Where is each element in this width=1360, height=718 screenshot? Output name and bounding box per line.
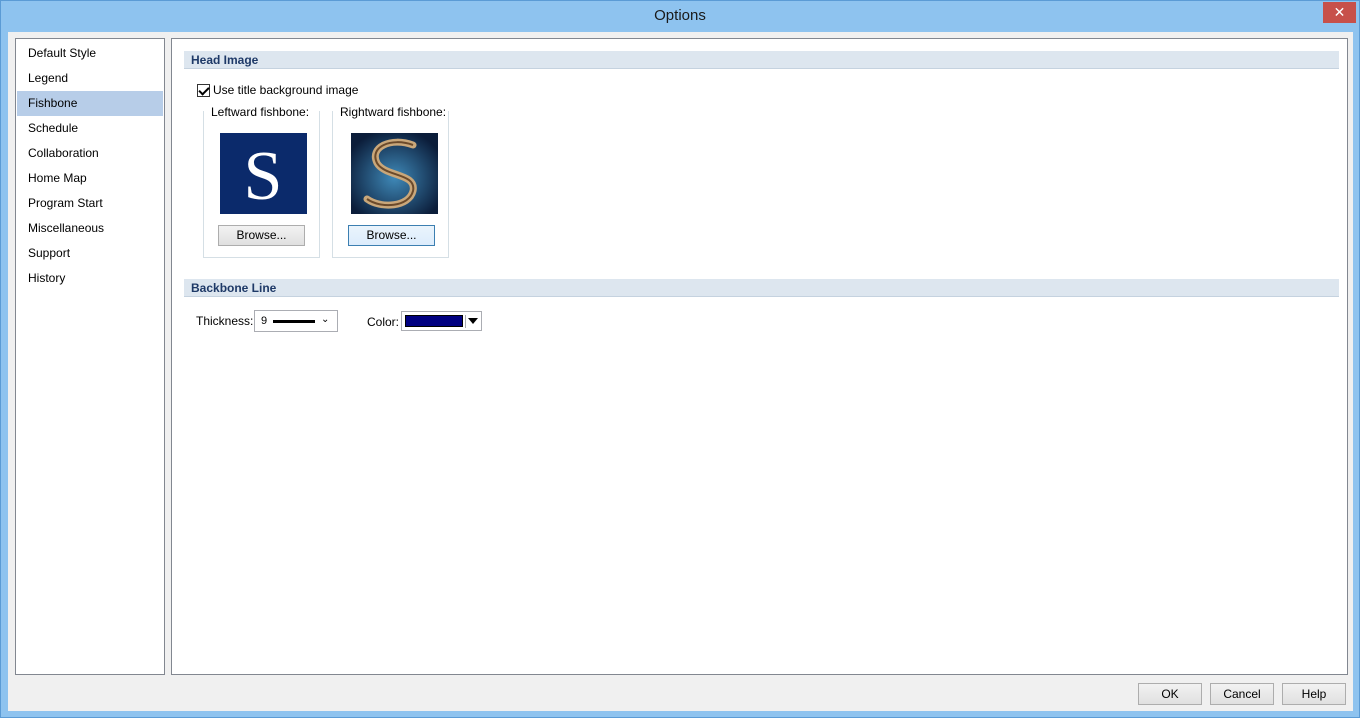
leftward-fishbone-image: S — [220, 133, 307, 215]
sidebar-item-legend[interactable]: Legend — [17, 66, 163, 91]
cancel-button[interactable]: Cancel — [1210, 683, 1274, 705]
rightward-s-artwork-icon — [351, 133, 438, 214]
chevron-down-icon: ⌄ — [321, 314, 330, 325]
sidebar-item-schedule[interactable]: Schedule — [17, 116, 163, 141]
options-window: Options ✕ Default Style Legend Fishbone … — [0, 0, 1360, 718]
dropdown-arrow-icon — [468, 318, 478, 324]
color-label: Color: — [367, 315, 400, 329]
leftward-s-logo-icon: S — [220, 133, 307, 215]
use-bg-image-row[interactable]: Use title background image — [197, 82, 358, 98]
color-dropdown[interactable] — [401, 311, 482, 331]
sidebar-item-fishbone[interactable]: Fishbone — [17, 91, 163, 116]
ok-button[interactable]: OK — [1138, 683, 1202, 705]
combo-divider — [465, 315, 466, 328]
sidebar-item-collaboration[interactable]: Collaboration — [17, 141, 163, 166]
window-title: Options — [654, 7, 706, 24]
help-button[interactable]: Help — [1282, 683, 1346, 705]
thickness-label: Thickness: — [196, 314, 254, 328]
close-button[interactable]: ✕ — [1323, 2, 1356, 23]
sidebar-item-home-map[interactable]: Home Map — [17, 166, 163, 191]
color-swatch — [405, 315, 463, 327]
sidebar-item-default-style[interactable]: Default Style — [17, 41, 163, 66]
thickness-dropdown[interactable]: 9 ⌄ — [254, 310, 338, 332]
rightward-fishbone-label: Rightward fishbone: — [338, 105, 449, 119]
thickness-value: 9 — [261, 315, 268, 327]
options-category-list: Default Style Legend Fishbone Schedule C… — [15, 38, 165, 675]
rightward-browse-button[interactable]: Browse... — [348, 225, 435, 246]
svg-text:S: S — [244, 138, 283, 214]
section-header-head-image: Head Image — [184, 51, 1339, 69]
leftward-fishbone-label: Leftward fishbone: — [209, 105, 312, 119]
rightward-fishbone-image — [351, 133, 438, 214]
close-icon: ✕ — [1333, 4, 1346, 20]
use-bg-image-label: Use title background image — [213, 83, 359, 97]
use-bg-image-checkbox[interactable] — [197, 83, 210, 97]
title-bar[interactable]: Options ✕ — [1, 1, 1359, 32]
sidebar-item-support[interactable]: Support — [17, 241, 163, 266]
line-thickness-preview — [273, 320, 315, 323]
options-panel: Head Image Use title background image Le… — [171, 38, 1348, 675]
sidebar-item-history[interactable]: History — [17, 266, 163, 291]
sidebar-item-program-start[interactable]: Program Start — [17, 191, 163, 216]
leftward-browse-button[interactable]: Browse... — [218, 225, 305, 246]
dialog-client-area: Default Style Legend Fishbone Schedule C… — [8, 32, 1353, 711]
sidebar-item-miscellaneous[interactable]: Miscellaneous — [17, 216, 163, 241]
section-header-backbone-line: Backbone Line — [184, 279, 1339, 297]
